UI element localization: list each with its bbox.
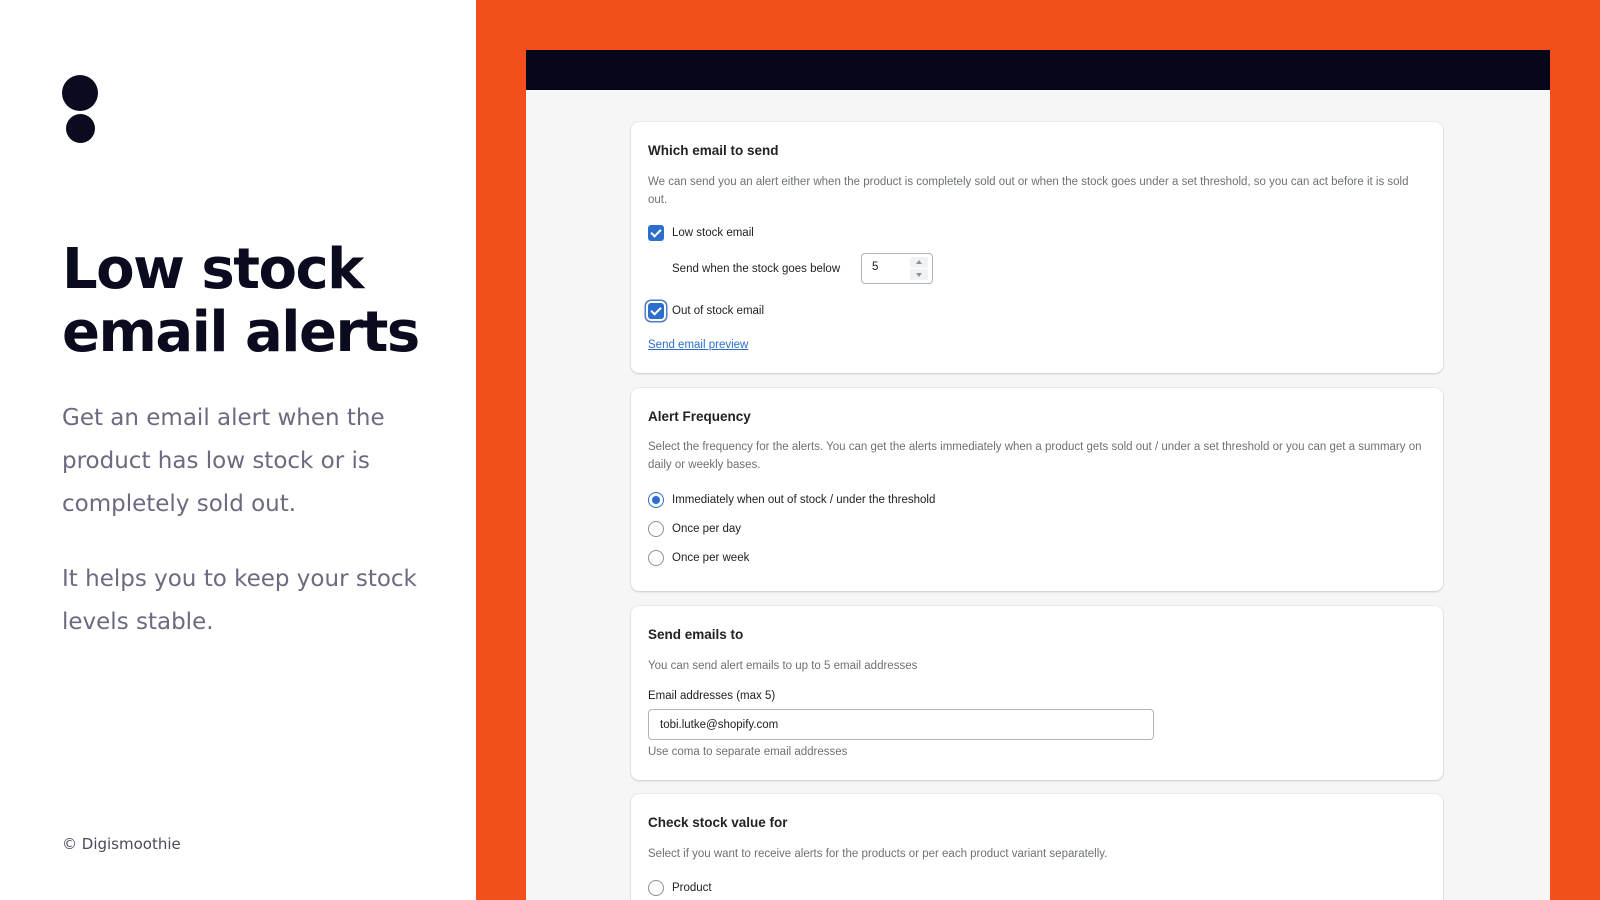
card-title: Alert Frequency bbox=[648, 409, 751, 424]
which-email-card: Which email to send We can send you an a… bbox=[631, 122, 1443, 373]
card-description: Select if you want to receive alerts for… bbox=[648, 848, 1108, 860]
app-window: Which email to send We can send you an a… bbox=[526, 50, 1550, 900]
copyright-text: © Digismoothie bbox=[62, 835, 181, 853]
card-title: Check stock value for bbox=[648, 815, 788, 830]
email-addresses-input[interactable] bbox=[649, 710, 1153, 739]
frequency-radio-daily[interactable] bbox=[648, 521, 664, 537]
card-description: Select the frequency for the alerts. You… bbox=[648, 441, 1422, 471]
increment-arrow-icon[interactable] bbox=[910, 257, 928, 268]
app-top-bar bbox=[526, 50, 1550, 90]
threshold-label: Send when the stock goes below bbox=[672, 263, 841, 275]
brand-logo bbox=[62, 75, 98, 145]
screenshot-panel: Which email to send We can send you an a… bbox=[476, 0, 1600, 900]
card-description: We can send you an alert either when the… bbox=[648, 176, 1409, 206]
frequency-label-weekly: Once per week bbox=[672, 552, 750, 564]
stock-value-radio-product[interactable] bbox=[648, 880, 664, 896]
send-emails-card: Send emails to You can send alert emails… bbox=[631, 606, 1443, 780]
promo-paragraph-2: It helps you to keep your stock levels s… bbox=[62, 566, 417, 635]
threshold-value: 5 bbox=[872, 261, 879, 273]
logo-dot-top bbox=[62, 75, 98, 111]
headline-line-2: email alerts bbox=[62, 300, 420, 365]
alert-frequency-card: Alert Frequency Select the frequency for… bbox=[631, 388, 1443, 591]
promo-panel: Low stock email alerts Get an email aler… bbox=[0, 0, 476, 900]
logo-dot-bottom bbox=[66, 114, 95, 143]
card-description: You can send alert emails to up to 5 ema… bbox=[648, 660, 918, 672]
out-of-stock-label: Out of stock email bbox=[672, 305, 765, 317]
out-of-stock-checkbox[interactable] bbox=[648, 303, 664, 319]
check-stock-value-card: Check stock value for Select if you want… bbox=[631, 794, 1443, 900]
email-help-text: Use coma to separate email addresses bbox=[648, 746, 848, 758]
card-title: Send emails to bbox=[648, 627, 744, 642]
frequency-radio-weekly[interactable] bbox=[648, 550, 664, 566]
card-title: Which email to send bbox=[648, 143, 779, 158]
stock-value-label-product: Product bbox=[672, 882, 712, 894]
low-stock-checkbox[interactable] bbox=[648, 225, 664, 241]
promo-headline: Low stock email alerts bbox=[62, 238, 462, 364]
low-stock-label: Low stock email bbox=[672, 227, 754, 239]
email-addresses-label: Email addresses (max 5) bbox=[648, 690, 776, 702]
threshold-stepper[interactable]: 5 bbox=[861, 253, 933, 284]
headline-line-1: Low stock bbox=[62, 237, 364, 302]
frequency-label-immediately: Immediately when out of stock / under th… bbox=[672, 494, 936, 506]
promo-paragraph-1: Get an email alert when the product has … bbox=[62, 405, 385, 517]
decrement-arrow-icon[interactable] bbox=[910, 269, 928, 280]
frequency-radio-immediately[interactable] bbox=[648, 492, 664, 508]
send-email-preview-link[interactable]: Send email preview bbox=[648, 339, 748, 351]
frequency-label-daily: Once per day bbox=[672, 523, 742, 535]
email-addresses-field[interactable] bbox=[648, 709, 1154, 740]
stepper-controls bbox=[910, 257, 928, 280]
